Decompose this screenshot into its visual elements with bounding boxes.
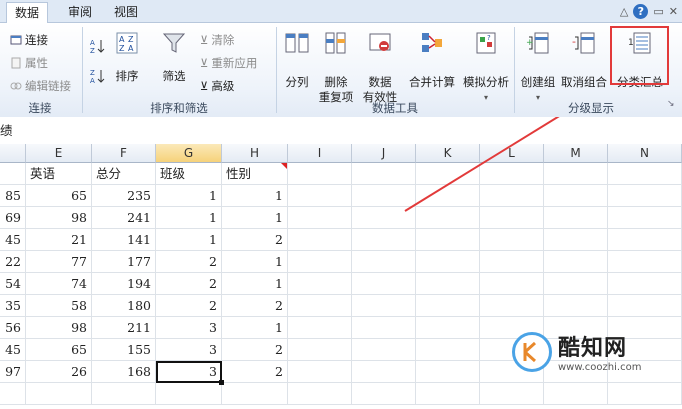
svg-text:A: A — [128, 44, 134, 53]
ungroup-button[interactable]: - 取消组合 — [558, 31, 610, 90]
consolidate-button[interactable]: 合并计算 — [406, 31, 458, 90]
sort-ascending-button[interactable]: AZ — [90, 38, 106, 57]
clear-filter-icon: ⊻ — [200, 33, 209, 47]
edit-links-button[interactable]: 编辑链接 — [10, 78, 71, 94]
sort-descending-icon: ZA — [90, 69, 105, 85]
group-separator — [514, 27, 515, 113]
clear-filter-button[interactable]: ⊻ 清除 — [200, 32, 234, 48]
sort-button[interactable]: AZZA 排序 — [110, 31, 144, 84]
filter-funnel-icon — [162, 33, 186, 53]
data-validation-icon — [369, 33, 391, 51]
reapply-icon: ⊻ — [200, 56, 209, 70]
tab-view[interactable]: 视图 — [106, 2, 146, 22]
filter-button[interactable]: 筛选 — [154, 31, 194, 84]
remove-duplicates-icon — [325, 32, 346, 54]
group-separator — [276, 27, 277, 113]
watermark: 酷知网 www.coozhi.com — [512, 330, 641, 373]
sort-icon: A ZZ A — [116, 32, 138, 54]
window-controls: △ ? ▭ ✕ — [620, 3, 678, 19]
consolidate-icon — [422, 33, 442, 52]
brand-logo-icon — [512, 331, 552, 372]
remove-duplicates-button[interactable]: 删除 重复项 — [316, 31, 356, 105]
edit-links-icon — [10, 82, 22, 90]
properties-icon — [11, 57, 21, 69]
text-to-columns-button[interactable]: 分列 — [280, 31, 314, 90]
reapply-button[interactable]: ⊻ 重新应用 — [200, 55, 257, 71]
outline-dialog-launcher-icon[interactable]: ↘ — [667, 99, 675, 109]
svg-text:?: ? — [487, 34, 491, 42]
restore-window-icon[interactable]: ▭ — [653, 5, 663, 18]
subtotal-highlight-box — [610, 26, 669, 85]
brand-name: 酷知网 — [558, 336, 628, 361]
ribbon-tab-bar: 数据 审阅 视图 △ ? ▭ ✕ — [0, 0, 682, 23]
help-icon[interactable]: ? — [633, 3, 649, 19]
group-label-data-tools: 数据工具 — [372, 101, 418, 115]
data-validation-button[interactable]: 数据 有效性 — [358, 31, 402, 105]
advanced-filter-button[interactable]: ⊻ 高级 — [200, 78, 234, 94]
group-icon: + — [526, 32, 549, 54]
properties-button[interactable]: 属性 — [10, 55, 48, 71]
svg-text:A: A — [90, 39, 95, 47]
svg-text:Z: Z — [90, 47, 95, 54]
connections-icon — [10, 35, 22, 45]
svg-text:Z: Z — [128, 35, 134, 44]
brand-url: www.coozhi.com — [558, 362, 642, 373]
connections-button[interactable]: 连接 — [10, 32, 48, 48]
what-if-analysis-icon: ? — [476, 32, 496, 54]
svg-text:+: + — [526, 38, 534, 48]
svg-text:Z: Z — [119, 44, 125, 53]
svg-text:Z: Z — [90, 69, 95, 77]
sort-descending-button[interactable]: ZA — [90, 68, 106, 87]
text-to-columns-icon — [285, 33, 309, 53]
group-button[interactable]: + 创建组 ▾ — [518, 31, 558, 105]
ribbon: 连接 属性 编辑链接 连接 AZ ZA AZZA 排序 筛选 ⊻ 清除 ⊻ 重新应用… — [0, 23, 682, 118]
sort-ascending-icon: AZ — [90, 39, 105, 55]
advanced-filter-icon: ⊻ — [200, 79, 209, 93]
minimize-ribbon-icon[interactable]: △ — [620, 5, 628, 18]
svg-text:A: A — [90, 77, 95, 84]
group-label-connections: 连接 — [28, 101, 52, 115]
svg-text:A: A — [119, 35, 125, 44]
group-separator — [82, 27, 83, 113]
group-label-outline: 分级显示 — [568, 101, 614, 115]
partial-cell-text: 绩 — [0, 123, 13, 138]
ungroup-icon: - — [572, 32, 595, 54]
close-window-icon[interactable]: ✕ — [669, 5, 678, 18]
tab-review[interactable]: 审阅 — [60, 2, 100, 22]
tab-data[interactable]: 数据 — [6, 2, 49, 23]
svg-text:-: - — [572, 35, 576, 48]
group-label-sort-filter: 排序和筛选 — [150, 101, 208, 115]
what-if-analysis-button[interactable]: ? 模拟分析 ▾ — [460, 31, 512, 105]
